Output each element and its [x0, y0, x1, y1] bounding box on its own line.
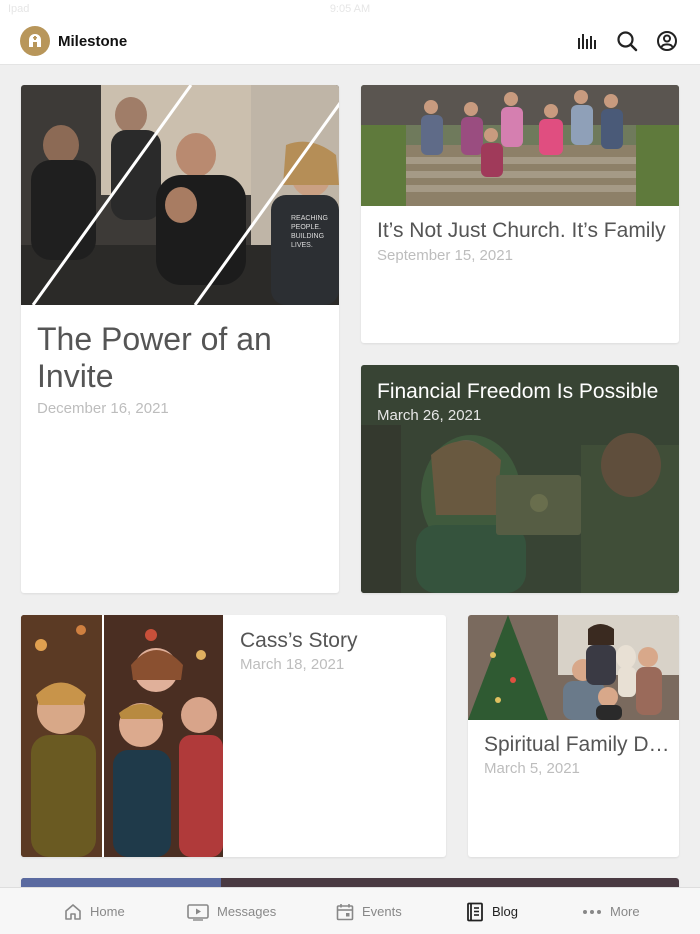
svg-text:LIVES.: LIVES.	[291, 242, 313, 249]
post-image	[361, 85, 679, 206]
blog-card[interactable]: Cass’s Story March 18, 2021	[21, 615, 446, 857]
post-date: March 18, 2021	[240, 656, 345, 673]
status-bar: Ipad 9:05 AM	[0, 0, 700, 18]
tab-blog[interactable]: Blog	[466, 888, 518, 934]
post-image: REACHING PEOPLE. BUILDING LIVES.	[21, 85, 339, 305]
tab-events[interactable]: Events	[336, 888, 402, 934]
tab-bar: Home Messages Events Blog More	[0, 887, 700, 934]
post-title: The Power of an Invite	[37, 321, 272, 394]
app-header: Milestone	[0, 18, 700, 65]
tab-label: More	[610, 904, 640, 919]
tab-label: Events	[362, 904, 402, 919]
svg-text:PEOPLE.: PEOPLE.	[291, 224, 321, 231]
tab-messages[interactable]: Messages	[187, 888, 276, 934]
blog-card[interactable]: It’s Not Just Church. It’s Family Septem…	[361, 85, 679, 343]
blog-card[interactable]: REACHING PEOPLE. BUILDING LIVES. The Pow…	[21, 85, 339, 593]
calendar-icon	[336, 903, 354, 920]
svg-text:REACHING: REACHING	[291, 215, 328, 222]
blog-card[interactable]: Spiritual Family Dynamics March 5, 2021	[468, 615, 679, 857]
post-date: December 16, 2021	[37, 400, 169, 417]
book-icon	[467, 902, 483, 921]
home-icon	[65, 903, 81, 920]
post-image	[468, 615, 679, 720]
audio-bars-icon[interactable]	[576, 30, 598, 52]
clock: 9:05 AM	[329, 3, 371, 15]
blog-card[interactable]: Financial Freedom Is Possible March 26, …	[361, 365, 679, 593]
tab-label: Messages	[217, 904, 277, 919]
tab-more[interactable]: More	[582, 888, 640, 934]
tab-label: Blog	[492, 904, 519, 919]
post-date: September 15, 2021	[377, 247, 513, 264]
post-image	[21, 615, 223, 857]
post-title: It’s Not Just Church. It’s Family	[377, 219, 666, 242]
brand[interactable]: Milestone	[20, 26, 127, 56]
post-date: March 5, 2021	[484, 760, 580, 777]
svg-text:BUILDING: BUILDING	[291, 233, 324, 240]
post-title: Cass’s Story	[240, 629, 358, 652]
account-icon[interactable]	[656, 30, 678, 52]
tab-label: Home	[90, 904, 125, 919]
church-logo-icon	[20, 26, 50, 56]
post-title: Financial Freedom Is Possible	[377, 380, 659, 403]
search-icon[interactable]	[616, 30, 638, 52]
tab-home[interactable]: Home	[64, 888, 125, 934]
app-name: Milestone	[58, 32, 128, 50]
post-title: Spiritual Family Dynamics	[484, 733, 674, 756]
post-date: March 26, 2021	[377, 407, 482, 424]
play-screen-icon	[187, 903, 209, 921]
ellipsis-icon	[583, 909, 601, 914]
